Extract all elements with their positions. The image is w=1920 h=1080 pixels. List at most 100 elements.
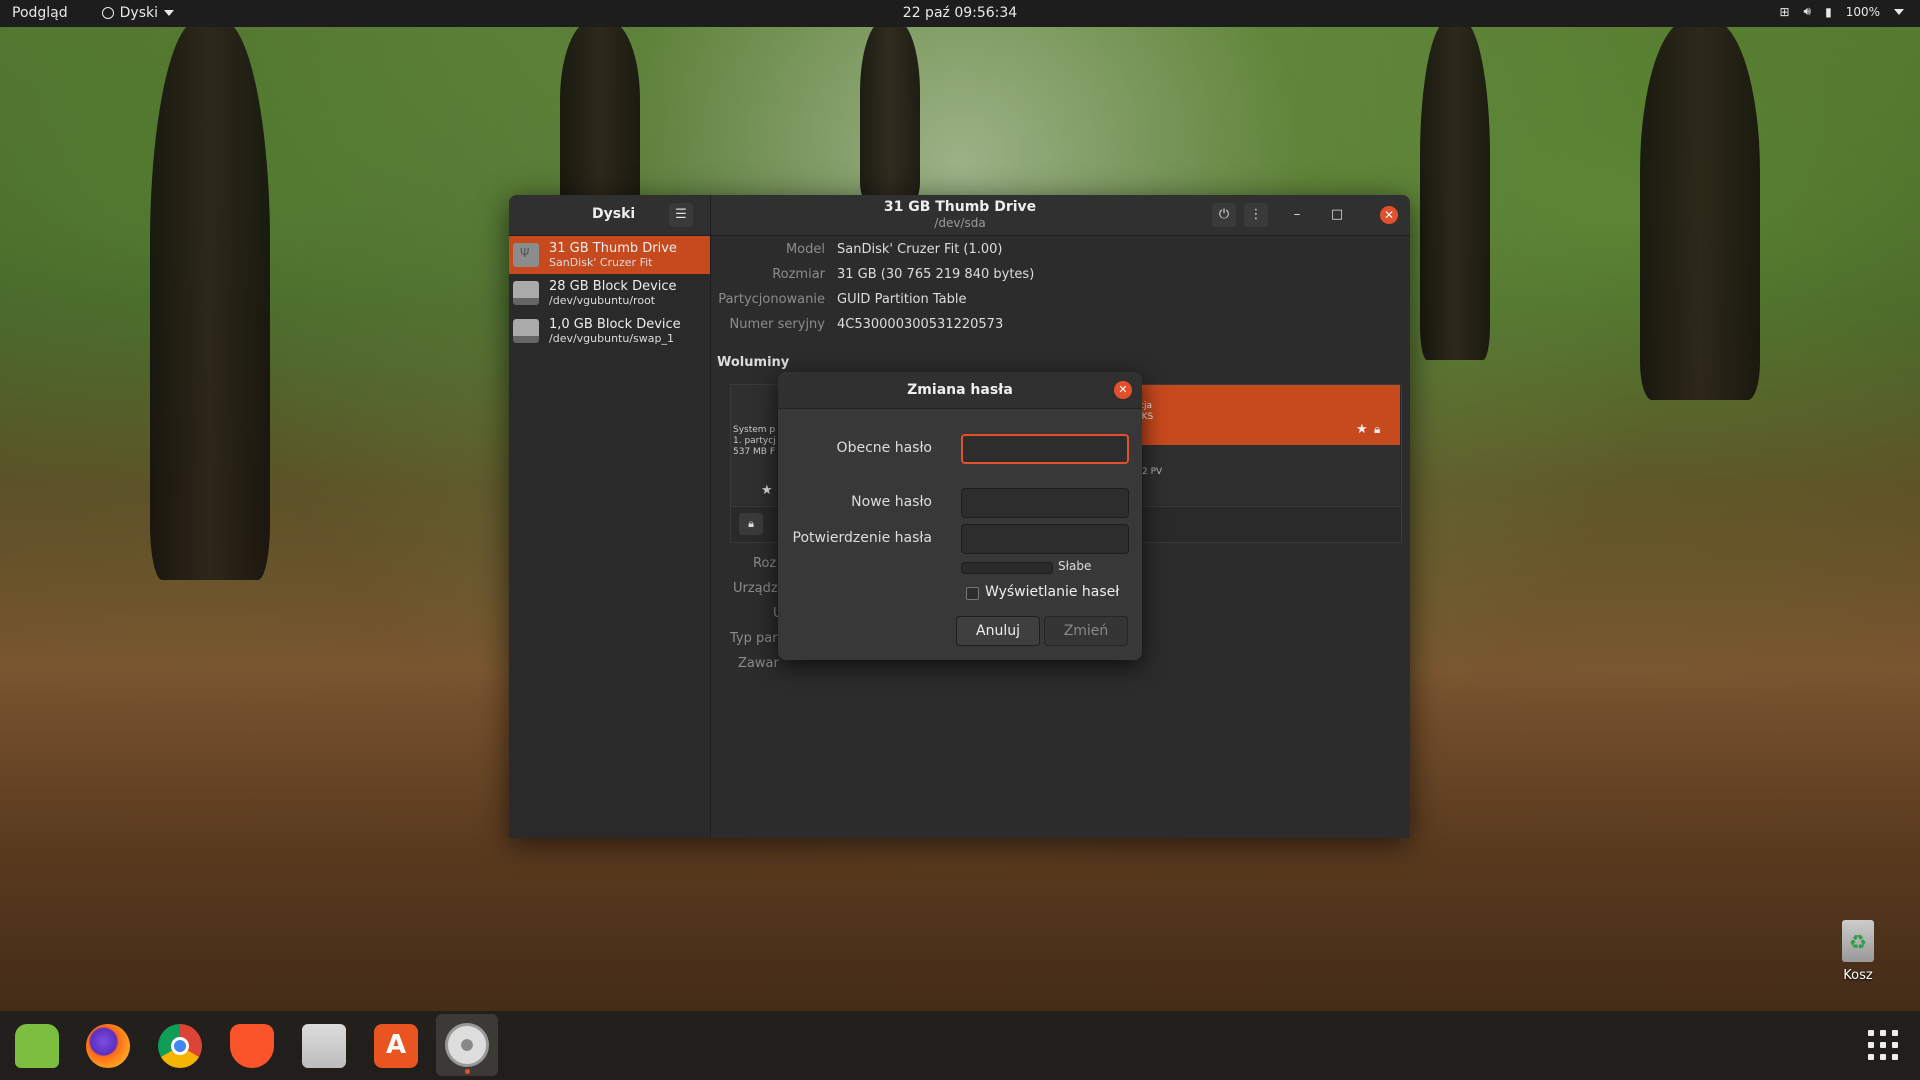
app-menu[interactable]: Dyski — [101, 5, 174, 21]
dock-item-android-studio[interactable] — [12, 1021, 62, 1071]
drive-list: 31 GB Thumb Drive SanDisk' Cruzer Fit 28… — [509, 236, 711, 838]
drive-item[interactable]: 31 GB Thumb Drive SanDisk' Cruzer Fit — [509, 236, 710, 274]
system-tray[interactable]: ⊞ 🔊︎ ▮ 100% — [1779, 4, 1904, 19]
brave-icon — [230, 1024, 274, 1068]
new-password-input[interactable] — [961, 488, 1129, 518]
top-bar: Podgląd Dyski 22 paź 09:56:34 ⊞ 🔊︎ ▮ 100… — [0, 0, 1920, 27]
change-button[interactable]: Zmień — [1044, 616, 1128, 646]
battery-percent: 100% — [1845, 4, 1880, 19]
show-passwords-checkbox[interactable] — [966, 587, 979, 600]
password-strength-label: Słabe — [1058, 559, 1092, 573]
confirm-password-label: Potwierdzenie hasła — [792, 530, 932, 546]
header-bar: Dyski ☰ 31 GB Thumb Drive /dev/sda ⏻ ⋮ –… — [509, 195, 1410, 236]
drive-name: 1,0 GB Block Device — [549, 317, 681, 332]
property-value: 4C530000300531220573 — [837, 317, 1004, 332]
disks-icon — [445, 1023, 489, 1067]
drive-path: /dev/sda — [934, 216, 986, 230]
chrome-icon — [158, 1024, 202, 1068]
software-center-icon: A — [374, 1024, 418, 1068]
app-menu-label: Dyski — [119, 5, 158, 21]
window-title: 31 GB Thumb Drive /dev/sda — [710, 199, 1210, 230]
drive-name: 28 GB Block Device — [549, 279, 677, 294]
property-label: Rozmiar — [772, 267, 825, 282]
firefox-icon — [86, 1024, 130, 1068]
show-apps-icon[interactable] — [1868, 1030, 1898, 1060]
property-label: Zawar — [738, 656, 779, 671]
property-label: Model — [785, 242, 825, 257]
dock: A — [0, 1011, 1920, 1080]
clock[interactable]: 22 paź 09:56:34 — [903, 5, 1017, 21]
cancel-button[interactable]: Anuluj — [956, 616, 1040, 646]
property-value: 31 GB (30 765 219 840 bytes) — [837, 267, 1035, 282]
new-password-label: Nowe hasło — [851, 494, 932, 510]
tree-trunk — [1640, 20, 1760, 400]
dock-item-files[interactable] — [299, 1021, 349, 1071]
dock-item-firefox[interactable] — [83, 1021, 133, 1071]
current-password-label: Obecne hasło — [836, 440, 932, 456]
maximize-button[interactable]: □ — [1325, 203, 1349, 227]
trash-desktop-icon[interactable]: Kosz — [1838, 920, 1878, 983]
trash-icon — [1842, 920, 1874, 962]
tree-trunk — [150, 20, 270, 580]
battery-icon: ▮ — [1825, 4, 1832, 19]
lock-button[interactable]: 🔒︎ — [739, 513, 763, 535]
trash-label: Kosz — [1843, 968, 1873, 983]
network-icon: ⊞ — [1779, 4, 1790, 19]
dialog-header: Zmiana hasła ✕ — [778, 372, 1142, 409]
tree-trunk — [560, 20, 640, 220]
password-strength-bar — [961, 562, 1053, 574]
property-value: SanDisk' Cruzer Fit (1.00) — [837, 242, 1003, 257]
chevron-down-icon — [1894, 8, 1904, 15]
confirm-password-input[interactable] — [961, 524, 1129, 554]
dialog-close-button[interactable]: ✕ — [1114, 381, 1132, 399]
current-password-input[interactable] — [961, 434, 1129, 464]
property-label: Numer seryjny — [729, 317, 825, 332]
activities-button[interactable]: Podgląd — [12, 5, 68, 21]
property-model: Model SanDisk' Cruzer Fit (1.00) — [786, 242, 1003, 257]
minimize-button[interactable]: – — [1285, 203, 1309, 227]
dock-item-chrome[interactable] — [155, 1021, 205, 1071]
tree-trunk — [860, 20, 920, 200]
hamburger-menu-button[interactable]: ☰ — [669, 203, 693, 227]
dock-item-disks[interactable] — [436, 1014, 498, 1076]
dialog-title: Zmiana hasła — [907, 382, 1013, 398]
property-label: Partycjonowanie — [718, 292, 825, 307]
block-device-icon — [513, 319, 539, 343]
drive-item[interactable]: 28 GB Block Device /dev/vgubuntu/root — [509, 274, 710, 312]
property-partitioning: Partycjonowanie GUID Partition Table — [718, 292, 967, 307]
drive-item[interactable]: 1,0 GB Block Device /dev/vgubuntu/swap_1 — [509, 312, 710, 350]
drive-sub: /dev/vgubuntu/swap_1 — [549, 332, 675, 345]
block-device-icon — [513, 281, 539, 305]
tree-trunk — [1420, 20, 1490, 360]
star-icon: ★ — [761, 483, 773, 498]
drive-sub: /dev/vgubuntu/root — [549, 294, 656, 307]
close-button[interactable]: ✕ — [1380, 206, 1398, 224]
chevron-down-icon — [164, 10, 174, 16]
volume-icon: 🔊︎ — [1803, 4, 1812, 18]
android-studio-icon — [15, 1024, 59, 1068]
property-size: Rozmiar 31 GB (30 765 219 840 bytes) — [772, 267, 1035, 282]
partition-segment[interactable]: System p 1. partycj 537 MB F ★ — [731, 385, 782, 505]
show-passwords-label[interactable]: Wyświetlanie haseł — [985, 584, 1119, 600]
partition-segment[interactable]: cja JKS ★ 🔒︎ — [1136, 385, 1400, 445]
lock-icon: 🔒︎ — [1374, 422, 1381, 436]
running-indicator — [465, 1069, 470, 1074]
volumes-title: Woluminy — [717, 355, 790, 370]
drive-sub: SanDisk' Cruzer Fit — [549, 256, 653, 269]
change-password-dialog: Zmiana hasła ✕ Obecne hasło Nowe hasło P… — [778, 372, 1142, 660]
partition-segment[interactable]: /2 PV — [1136, 445, 1400, 505]
power-off-button[interactable]: ⏻ — [1212, 203, 1236, 227]
dock-item-brave[interactable] — [227, 1021, 277, 1071]
property-label: Urządz — [733, 581, 778, 596]
segment-text: System p — [733, 425, 776, 435]
star-icon: ★ — [1356, 422, 1368, 437]
property-value: GUID Partition Table — [837, 292, 967, 307]
drive-options-button[interactable]: ⋮ — [1244, 203, 1268, 227]
files-icon — [302, 1024, 346, 1068]
dock-item-software[interactable]: A — [371, 1021, 421, 1071]
property-label: Typ par — [730, 631, 778, 646]
sidebar-title: Dyski — [592, 206, 636, 222]
drive-title: 31 GB Thumb Drive — [883, 199, 1037, 215]
usb-drive-icon — [513, 243, 539, 267]
segment-text: 537 MB F — [733, 447, 776, 457]
